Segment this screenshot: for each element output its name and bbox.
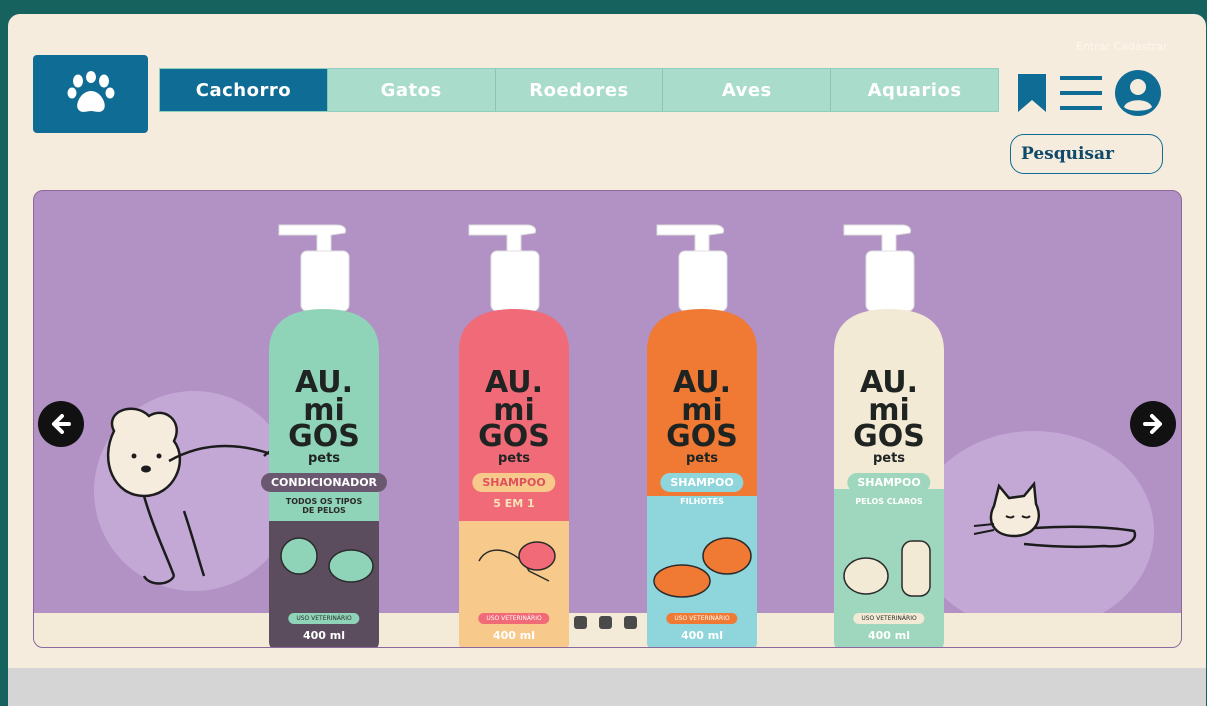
logo-button[interactable] (33, 55, 148, 133)
user-button[interactable] (1114, 69, 1162, 117)
page-frame: Entrar Cadastrar Cachorro Gatos Roedores… (8, 14, 1206, 706)
bottle-3-brand-gos: GOS (666, 419, 738, 454)
carousel-dot-3[interactable] (624, 616, 637, 629)
menu-button[interactable] (1058, 72, 1104, 114)
bottle-3-type: SHAMPOO (660, 473, 744, 492)
bottle-4-brand-pets: pets (872, 451, 906, 466)
bottle-2-brand-gos: GOS (478, 419, 550, 454)
bottle-2-type: SHAMPOO (472, 473, 556, 492)
bottle-1-brand-gos: GOS (288, 419, 360, 454)
tab-roedores[interactable]: Roedores (494, 69, 663, 111)
bottom-bar (8, 668, 1206, 706)
bottle-3-vet: USO VETERINÁRIO (666, 613, 738, 624)
product-bottle-shampoo-5em1[interactable]: AU. mi GOS pets SHAMPOO 5 EM 1 USO VETER… (439, 221, 589, 647)
bottle-2-subtitle: 5 EM 1 (493, 497, 535, 510)
carousel-prev-button[interactable] (38, 401, 84, 447)
product-bottle-condicionador[interactable]: AU. mi GOS pets CONDICIONADOR TODOS OS T… (249, 221, 399, 647)
bottle-4-type: SHAMPOO (847, 473, 931, 492)
user-icon (1115, 70, 1161, 116)
bottle-3-subtitle: FILHOTES (680, 497, 724, 506)
header-icons (1016, 68, 1162, 118)
bottle-2-vet: USO VETERINÁRIO (478, 613, 550, 624)
bottle-4-brand-gos: GOS (853, 419, 925, 454)
category-nav: Cachorro Gatos Roedores Aves Aquarios (159, 68, 999, 112)
tab-cachorro[interactable]: Cachorro (160, 69, 327, 111)
bottle-4-volume: 400 ml (867, 629, 911, 642)
carousel-dot-1[interactable] (574, 616, 587, 629)
arrow-right-icon (1143, 414, 1162, 434)
product-bottle-shampoo-pelos-claros[interactable]: AU. mi GOS pets SHAMPOO PELOS CLAROS USO… (814, 221, 964, 647)
cat-drawing (973, 480, 1137, 549)
bottle-1-subtitle: TODOS OS TIPOS DE PELOS (285, 497, 363, 515)
bottle-1-type: CONDICIONADOR (260, 473, 388, 492)
bottle-1-vet: USO VETERINÁRIO (288, 613, 360, 624)
tab-aves[interactable]: Aves (662, 69, 831, 111)
product-bottle-shampoo-filhotes[interactable]: AU. mi GOS pets SHAMPOO FILHOTES USO VET… (627, 221, 777, 647)
carousel-next-button[interactable] (1130, 401, 1176, 447)
bookmark-icon (1018, 74, 1046, 112)
carousel-dots (574, 616, 637, 629)
arrow-left-icon (52, 414, 71, 434)
carousel-dot-2[interactable] (599, 616, 612, 629)
product-carousel: AU. mi GOS pets CONDICIONADOR TODOS OS T… (33, 190, 1182, 648)
menu-icon (1060, 76, 1102, 110)
bottle-1-volume: 400 ml (302, 629, 346, 642)
bottle-4-subtitle: PELOS CLAROS (855, 497, 923, 506)
bottle-2-brand-pets: pets (497, 451, 531, 466)
paw-icon (67, 71, 114, 112)
bottle-2-volume: 400 ml (492, 629, 536, 642)
bottle-1-brand-pets: pets (307, 451, 341, 466)
bottle-3-volume: 400 ml (680, 629, 724, 642)
tab-aquarios[interactable]: Aquarios (830, 69, 998, 111)
search-button[interactable]: Pesquisar (1010, 134, 1163, 174)
faint-header-links: Entrar Cadastrar (1076, 40, 1168, 53)
bottle-4-vet: USO VETERINÁRIO (853, 613, 925, 624)
bookmark-button[interactable] (1016, 72, 1048, 114)
bottle-3-brand-pets: pets (685, 451, 719, 466)
tab-gatos[interactable]: Gatos (326, 69, 495, 111)
